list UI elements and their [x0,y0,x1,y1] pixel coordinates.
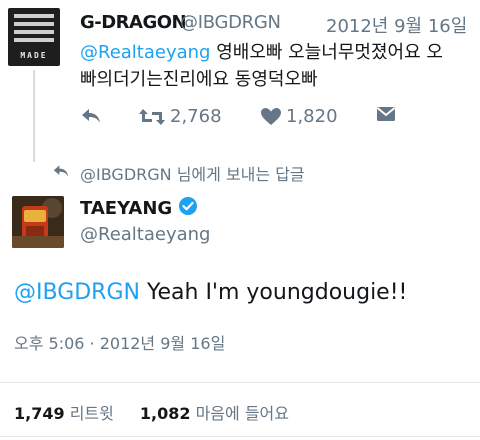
reply-context[interactable]: @IBGDRGN 님에게 보내는 답글 [52,161,305,185]
avatar-logo-text: MADE [20,51,48,60]
likes-stat[interactable]: 1,082 마음에 들어요 [140,400,289,424]
divider [0,436,480,437]
reply-icon [80,106,102,126]
main-mention-link[interactable]: @IBGDRGN [14,280,140,305]
direct-message-button[interactable] [376,106,396,122]
parent-tweet-text: @Realtaeyang 영배오빠 오늘너무멋졌어요 오 빠의더기는진리에요 동… [80,39,472,93]
taeyang-avatar[interactable] [12,196,64,248]
parent-action-bar: 2,768 1,820 [80,106,480,128]
envelope-icon [376,106,396,122]
like-count: 1,820 [286,106,338,127]
divider [0,382,480,383]
parent-handle[interactable]: @IBGDRGN [180,12,281,33]
main-handle[interactable]: @Realtaeyang [80,224,210,245]
retweet-icon [138,107,166,127]
avatar-band [14,38,54,42]
likes-value: 1,082 [139,404,191,423]
main-author[interactable]: TAEYANG [80,196,198,221]
thread-line [33,70,35,162]
gdragon-avatar[interactable]: MADE [8,8,60,66]
parent-text-line2: 빠의더기는진리에요 동영덕오빠 [80,69,318,90]
reply-context-icon [52,163,70,183]
main-tweet-body: Yeah I'm youngdougie!! [139,280,408,305]
verified-badge-icon [178,196,198,221]
reply-button[interactable] [80,106,102,126]
parent-mention-link[interactable]: @Realtaeyang [80,42,210,63]
avatar-band [14,22,54,26]
main-timestamp[interactable]: 오후 5:06 · 2012년 9월 16일 [14,330,225,354]
main-tweet-text: @IBGDRGN Yeah I'm youngdougie!! [14,280,407,305]
engagement-stats: 1,749 리트윗 1,082 마음에 들어요 [14,400,289,424]
retweets-value: 1,749 [14,404,65,423]
like-button[interactable]: 1,820 [260,106,338,127]
retweets-stat[interactable]: 1,749 리트윗 [14,400,114,424]
reply-context-label: @IBGDRGN 님에게 보내는 답글 [80,165,305,184]
retweets-label: 리트윗 [69,404,114,423]
avatar-band [14,30,54,34]
retweet-count: 2,768 [170,106,222,127]
parent-display-name[interactable]: G-DRAGON [80,12,187,33]
heart-icon [260,107,282,127]
main-display-name: TAEYANG [80,198,173,219]
avatar-photo [12,196,64,248]
likes-label: 마음에 들어요 [195,404,289,423]
parent-date[interactable]: 2012년 9월 16일 [326,12,467,38]
parent-text-line1: 영배오빠 오늘너무멋졌어요 오 [210,42,443,63]
avatar-band [14,14,54,18]
retweet-button[interactable]: 2,768 [138,106,222,127]
